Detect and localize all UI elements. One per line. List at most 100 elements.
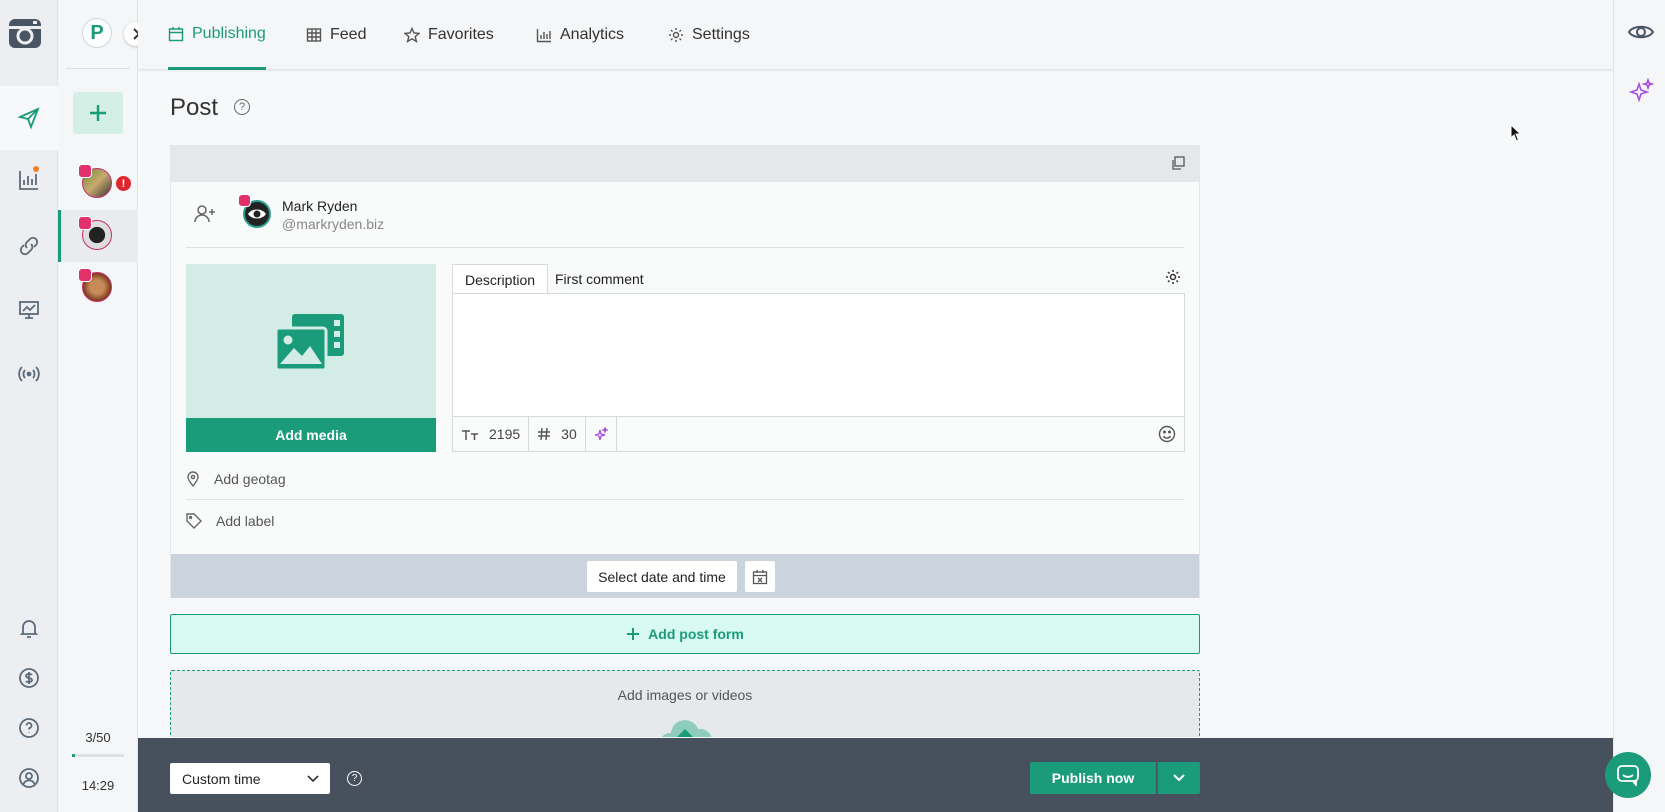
gear-icon[interactable] (1165, 269, 1181, 285)
tab-label: Analytics (560, 26, 625, 43)
page-title: Post (170, 94, 219, 121)
calendar-button[interactable] (745, 561, 775, 592)
chevron-down-icon (1173, 774, 1185, 782)
tab-settings[interactable]: Settings (668, 0, 750, 70)
profile-row: Mark Ryden @markryden.biz (186, 182, 1184, 248)
tab-label: Publishing (192, 24, 266, 42)
add-media-button[interactable]: Add media (186, 418, 436, 452)
post-card: Mark Ryden @markryden.biz Add media Desc… (170, 145, 1200, 598)
post-card-header (171, 146, 1199, 182)
calendar-icon (752, 569, 768, 584)
top-nav: Publishing Feed Favorites Analytics Sett… (138, 0, 1613, 70)
workspace-avatar[interactable]: P (82, 18, 112, 48)
tab-label: Settings (692, 26, 750, 43)
add-post-form-button[interactable]: Add post form (170, 614, 1200, 654)
accounts-sidebar: P ! 3/50 14:29 (58, 0, 148, 812)
publish-options-button[interactable] (1157, 762, 1200, 794)
emoji-icon[interactable] (1158, 425, 1176, 443)
media-gallery-icon (274, 314, 344, 372)
user-account-icon[interactable] (0, 746, 58, 810)
monitor-nav-icon[interactable] (0, 278, 58, 342)
gear-icon (669, 28, 683, 42)
tab-favorites[interactable]: Favorites (404, 0, 494, 70)
instagram-logo-icon[interactable] (8, 16, 42, 50)
char-count: 2195 (489, 426, 521, 442)
publish-now-button[interactable]: Publish now (1030, 762, 1156, 794)
instagram-icon (78, 268, 92, 282)
cloud-upload-icon (661, 720, 712, 737)
sparkle-icon (594, 427, 608, 441)
add-user-icon[interactable] (194, 204, 216, 224)
drop-zone-label: Add images or videos (617, 687, 753, 703)
grid-icon (306, 28, 322, 42)
tab-first-comment[interactable]: First comment (543, 264, 656, 294)
chat-icon (1617, 765, 1639, 786)
account-item-3[interactable] (58, 262, 138, 314)
current-time: 14:29 (81, 778, 115, 793)
hashtag-count: 30 (561, 426, 577, 442)
instagram-icon (78, 164, 92, 178)
support-chat-button[interactable] (1605, 752, 1651, 798)
profile-name: Mark Ryden (282, 198, 358, 214)
sparkle-icon[interactable] (1629, 78, 1655, 104)
add-label-row[interactable]: Add label (186, 500, 1184, 542)
hashtag-icon (538, 427, 551, 441)
schedule-bar: Select date and time (171, 554, 1199, 598)
tab-label: Favorites (428, 26, 494, 43)
analytics-nav-icon[interactable] (0, 148, 58, 212)
account-usage-bar (72, 754, 124, 757)
text-size-icon (462, 430, 478, 440)
help-icon[interactable]: ? (234, 99, 250, 115)
add-label-label: Add label (216, 513, 275, 529)
tag-icon (186, 513, 202, 529)
plus-icon (90, 105, 106, 121)
divider (66, 68, 130, 69)
eye-icon[interactable] (1628, 22, 1654, 42)
link-nav-icon[interactable] (0, 214, 58, 278)
copy-icon[interactable] (1171, 156, 1185, 170)
char-counter: 2195 (453, 416, 530, 452)
publish-nav-icon[interactable] (0, 86, 58, 150)
star-icon (404, 27, 420, 43)
account-count: 3/50 (85, 730, 111, 745)
bar-chart-icon (536, 29, 551, 43)
media-drop-zone[interactable]: Add images or videos (170, 670, 1200, 737)
notification-dot (33, 166, 39, 172)
plus-icon (627, 628, 640, 640)
mouse-cursor-icon (1510, 124, 1522, 142)
account-item-2[interactable] (58, 210, 138, 262)
left-rail (0, 0, 58, 812)
add-geotag-label: Add geotag (214, 470, 286, 487)
media-upload-area[interactable]: Add media (186, 264, 436, 452)
tab-publishing[interactable]: Publishing (168, 0, 266, 70)
chevron-down-icon (307, 775, 319, 783)
instagram-icon (78, 216, 92, 230)
right-rail (1613, 0, 1665, 812)
tab-feed[interactable]: Feed (306, 0, 366, 70)
add-post-form-label: Add post form (648, 626, 744, 642)
profile-handle: @markryden.biz (282, 216, 385, 232)
select-date-button[interactable]: Select date and time (587, 561, 737, 592)
help-icon[interactable]: ? (347, 771, 362, 786)
alert-badge: ! (116, 176, 131, 191)
time-mode-select[interactable]: Custom time (170, 763, 330, 794)
broadcast-nav-icon[interactable] (0, 342, 58, 406)
tab-label: Feed (330, 26, 367, 43)
time-mode-value: Custom time (182, 770, 261, 787)
post-editor: Description First comment 2195 30 (452, 264, 1185, 452)
add-account-button[interactable] (73, 92, 123, 134)
tab-analytics[interactable]: Analytics (536, 0, 624, 70)
account-item-1[interactable]: ! (58, 158, 138, 210)
description-textarea[interactable] (452, 293, 1185, 417)
ai-assist-button[interactable] (586, 416, 617, 452)
location-pin-icon (187, 470, 199, 487)
tab-description[interactable]: Description (452, 264, 549, 294)
bottom-action-bar: Custom time ? Publish now (138, 738, 1613, 812)
add-geotag-row[interactable]: Add geotag (186, 458, 1184, 500)
hashtag-counter: 30 (529, 416, 586, 452)
main-content: Post ? Mark Ryden @markryden.biz Add med… (138, 72, 1613, 737)
editor-toolbar: 2195 30 (452, 416, 1185, 452)
instagram-icon (238, 194, 251, 207)
calendar-icon (168, 26, 184, 41)
account-usage-fill (72, 754, 76, 757)
